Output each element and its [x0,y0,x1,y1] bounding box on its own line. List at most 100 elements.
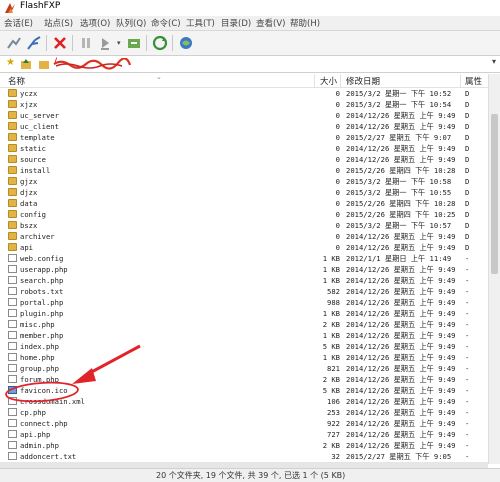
file-row[interactable]: addoncert.txt 32 2015/2/27 星期五 下午 9:05 - [0,451,488,462]
refresh-icon[interactable] [126,35,142,51]
connect-icon[interactable] [6,35,22,51]
file-attr: - [465,408,470,417]
file-row[interactable]: member.php 1 KB 2014/12/26 星期五 上午 9:49- [0,330,488,341]
column-attr[interactable]: 属性 [465,75,482,87]
path-dropdown-icon[interactable]: ▾ [492,57,496,66]
pause-icon[interactable] [78,35,94,51]
file-row[interactable]: api.php 727 2014/12/26 星期五 上午 9:49- [0,429,488,440]
chevron-down-icon[interactable]: ▾ [117,39,121,47]
menu-tools[interactable]: 工具(T) [186,17,215,29]
file-name: gjzx [20,177,38,186]
file-row[interactable]: robots.txt 582 2014/12/26 星期五 上午 9:49- [0,286,488,297]
file-row[interactable]: misc.php 2 KB 2014/12/26 星期五 上午 9:49- [0,319,488,330]
file-row[interactable]: home.php 1 KB 2014/12/26 星期五 上午 9:49- [0,352,488,363]
disconnect-icon[interactable] [52,35,68,51]
file-row[interactable]: api 0 2014/12/26 星期五 上午 9:49 D [0,242,488,253]
toolbar-separator [172,35,173,51]
file-row[interactable]: forum.php 2 KB 2014/12/26 星期五 上午 9:49- [0,374,488,385]
menu-help[interactable]: 帮助(H) [290,17,320,29]
file-row[interactable]: admin.php 2 KB 2014/12/26 星期五 上午 9:49- [0,440,488,451]
file-date: 2015/3/2 星期一 下午 10:57 [346,221,452,230]
file-row[interactable]: cp.php 253 2014/12/26 星期五 上午 9:49- [0,407,488,418]
file-attr: - [465,386,470,395]
file-row[interactable]: source 0 2014/12/26 星期五 上午 9:49 D [0,154,488,165]
file-name: robots.txt [20,287,64,296]
file-name: crossdomain.xml [20,397,85,406]
file-date: 2014/12/26 星期五 上午 9:49 [346,232,456,241]
scrollbar-thumb[interactable] [491,114,498,274]
file-size: 1 KB [322,265,340,274]
column-date[interactable]: 修改日期 [346,75,380,87]
window-title: FlashFXP [20,1,61,11]
column-size[interactable]: 大小 [320,75,337,87]
file-attr: D [465,221,470,230]
menu-commands[interactable]: 命令(C) [151,17,181,29]
file-list-header: 名称 ⌄ 大小 修改日期 属性 [0,73,488,88]
file-attr: - [465,298,470,307]
file-row[interactable]: connect.php 922 2014/12/26 星期五 上午 9:49- [0,418,488,429]
file-attr: - [465,276,470,285]
column-name[interactable]: 名称 [8,75,25,87]
file-name: api.php [20,430,51,439]
quick-connect-icon[interactable] [26,35,42,51]
file-icon [8,419,17,427]
menu-session[interactable]: 会话(E) [4,17,33,29]
file-date: 2014/12/26 星期五 上午 9:49 [346,375,456,384]
file-list: yczx 0 2015/3/2 星期一 下午 10:52 Dxjzx 0 2015/3/2… [0,88,488,464]
file-row[interactable]: djzx 0 2015/3/2 星期一 下午 10:55 D [0,187,488,198]
file-row[interactable]: uc_server 0 2014/12/26 星期五 上午 9:49 D [0,110,488,121]
star-icon[interactable]: ★ [6,57,15,68]
file-row[interactable]: install 0 2015/2/26 星期四 下午 10:28 D [0,165,488,176]
file-icon [8,364,17,372]
transfer-icon[interactable] [98,35,114,51]
file-attr: D [465,144,470,153]
file-row[interactable]: index.php 5 KB 2014/12/26 星期五 上午 9:49- [0,341,488,352]
file-attr: - [465,452,470,461]
file-attr: D [465,210,470,219]
file-date: 2015/2/27 星期五 下午 9:05 [346,452,452,461]
file-row[interactable]: archiver 0 2014/12/26 星期五 上午 9:49 D [0,231,488,242]
file-attr: D [465,155,470,164]
up-folder-icon[interactable] [20,58,32,70]
menu-queue[interactable]: 队列(Q) [116,17,146,29]
file-icon [8,309,17,317]
menu-view[interactable]: 查看(V) [256,17,285,29]
file-name: uc_client [20,122,59,131]
file-row[interactable]: yczx 0 2015/3/2 星期一 下午 10:52 D [0,88,488,99]
file-row[interactable]: web.config 1 KB 2012/1/1 星期日 上午 11:49 - [0,253,488,264]
menu-sites[interactable]: 站点(S) [44,17,73,29]
file-date: 2014/12/26 星期五 上午 9:49 [346,419,456,428]
file-row[interactable]: config 0 2015/2/26 星期四 下午 10:25 D [0,209,488,220]
file-size: 0 [335,243,340,252]
file-row[interactable]: group.php 821 2014/12/26 星期五 上午 9:49- [0,363,488,374]
vertical-scrollbar[interactable] [488,74,500,464]
file-date: 2014/12/26 星期五 上午 9:49 [346,408,456,417]
file-row[interactable]: crossdomain.xml 106 2014/12/26 星期五 上午 9:49… [0,396,488,407]
file-name: static [20,144,46,153]
sync-icon[interactable] [152,35,168,51]
folder-icon [8,89,17,97]
menu-options[interactable]: 选项(O) [80,17,110,29]
file-row[interactable]: search.php 1 KB 2014/12/26 星期五 上午 9:49- [0,275,488,286]
file-attr: - [465,309,470,318]
file-date: 2015/3/2 星期一 下午 10:54 [346,100,452,109]
file-row[interactable]: data 0 2015/2/26 星期四 下午 10:28 D [0,198,488,209]
file-icon [8,287,17,295]
menu-directory[interactable]: 目录(D) [221,17,251,29]
file-row[interactable]: favicon.ico 5 KB 2014/12/26 星期五 上午 9:49- [0,385,488,396]
file-icon [8,353,17,361]
file-row[interactable]: gjzx 0 2015/3/2 星期一 下午 10:58 D [0,176,488,187]
file-row[interactable]: static 0 2014/12/26 星期五 上午 9:49 D [0,143,488,154]
file-row[interactable]: bszx 0 2015/3/2 星期一 下午 10:57 D [0,220,488,231]
file-row[interactable]: uc_client 0 2014/12/26 星期五 上午 9:49 D [0,121,488,132]
file-row[interactable]: portal.php 988 2014/12/26 星期五 上午 9:49- [0,297,488,308]
file-attr: - [465,441,470,450]
file-row[interactable]: userapp.php 1 KB 2014/12/26 星期五 上午 9:49- [0,264,488,275]
remote-browse-icon[interactable] [178,35,194,51]
file-row[interactable]: xjzx 0 2015/3/2 星期一 下午 10:54 D [0,99,488,110]
file-row[interactable]: template 0 2015/2/27 星期五 下午 9:07 D [0,132,488,143]
file-icon [8,430,17,438]
file-row[interactable]: plugin.php 1 KB 2014/12/26 星期五 上午 9:49- [0,308,488,319]
file-date: 2014/12/26 星期五 上午 9:49 [346,111,456,120]
file-icon [8,397,17,405]
